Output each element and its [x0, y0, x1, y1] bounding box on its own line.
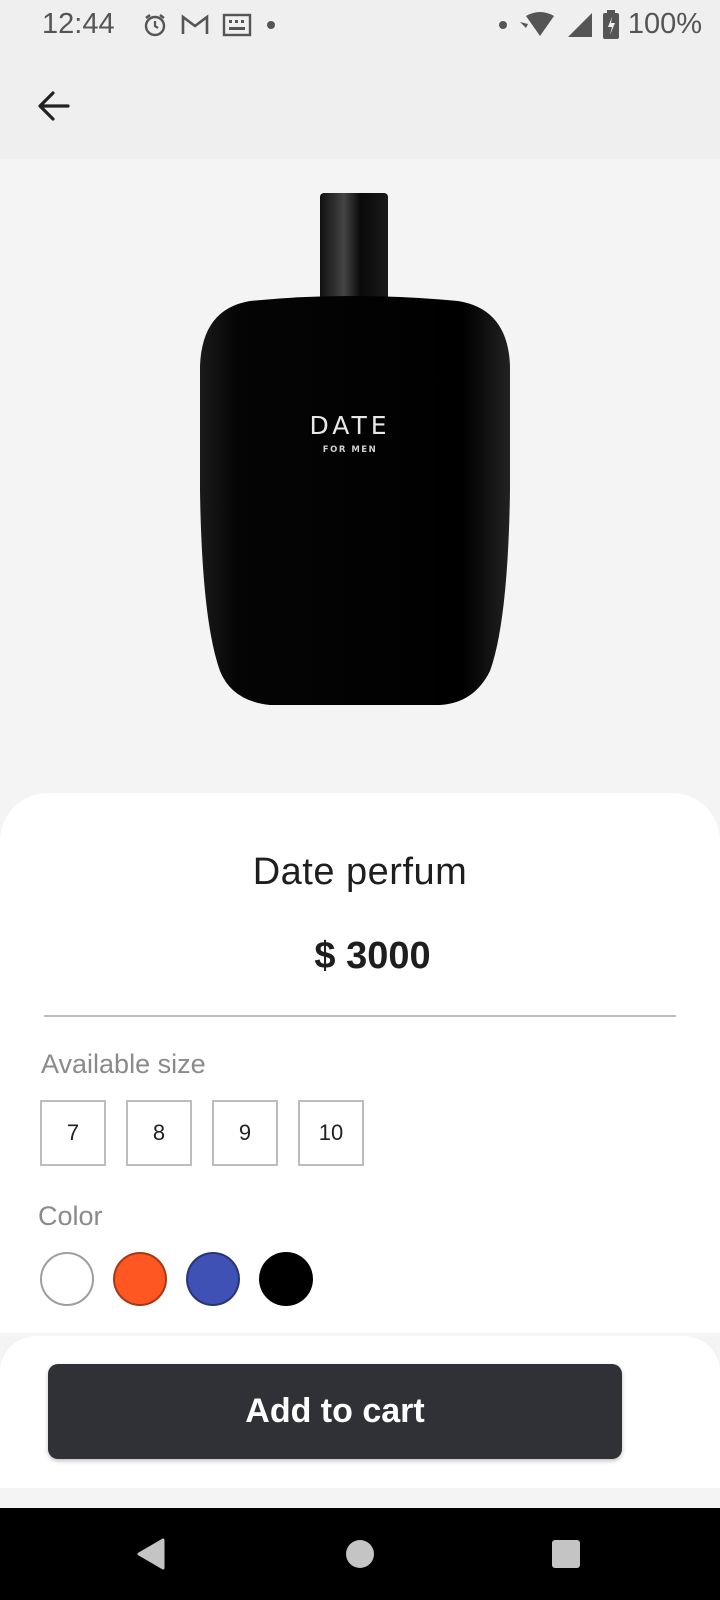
- color-swatch-orange[interactable]: [113, 1252, 167, 1306]
- app-bar: [0, 52, 720, 159]
- battery-icon: [602, 9, 619, 39]
- available-size-label: Available size: [41, 1049, 206, 1079]
- product-name: Date perfum: [252, 851, 468, 893]
- product-image: DATE FOR MEN: [200, 193, 510, 705]
- size-option-9[interactable]: 9: [212, 1100, 278, 1166]
- size-option-7[interactable]: 7: [40, 1100, 106, 1166]
- color-swatch-white[interactable]: [40, 1252, 94, 1306]
- divider: [44, 1015, 676, 1017]
- add-to-cart-button[interactable]: Add to cart: [48, 1364, 622, 1459]
- status-bar: 12:44 100%: [0, 0, 720, 52]
- signal-icon: [567, 12, 592, 37]
- dot-icon: [498, 20, 507, 29]
- bottom-action-bar: Add to cart: [0, 1336, 720, 1488]
- size-option-8[interactable]: 8: [126, 1100, 192, 1166]
- status-icons-left: [142, 12, 278, 38]
- size-option-10[interactable]: 10: [298, 1100, 364, 1166]
- keyboard-icon: [222, 13, 252, 37]
- wifi-icon: [519, 11, 554, 36]
- status-icons-right: 100%: [496, 8, 702, 41]
- color-swatch-black[interactable]: [259, 1252, 313, 1306]
- nav-back-button[interactable]: [131, 1534, 171, 1574]
- nav-recents-button[interactable]: [546, 1534, 586, 1574]
- system-nav-bar: [0, 1508, 720, 1600]
- back-triangle-icon: [137, 1538, 165, 1570]
- recents-square-icon: [552, 1540, 580, 1568]
- gmail-icon: [181, 14, 209, 34]
- home-circle-icon: [346, 1540, 374, 1568]
- color-label: Color: [38, 1201, 103, 1231]
- nav-home-button[interactable]: [340, 1534, 380, 1574]
- dot-icon: [267, 21, 275, 29]
- product-detail-screen: 12:44 100% DATE FOR MEN Date perfum $ 30…: [0, 0, 720, 1600]
- bottle-cap: [320, 193, 388, 305]
- color-options: [40, 1252, 313, 1306]
- battery-percentage: 100%: [627, 8, 702, 40]
- product-price: $ 3000: [314, 935, 431, 977]
- arrow-left-icon: [38, 91, 70, 121]
- size-options: 7 8 9 10: [40, 1100, 364, 1166]
- bottle-body: [200, 296, 510, 705]
- product-details-sheet: Date perfum $ 3000 Available size 7 8 9 …: [0, 793, 720, 1333]
- bottle-brand-label: DATE: [309, 411, 390, 440]
- alarm-icon: [144, 14, 166, 37]
- product-image-area: DATE FOR MEN: [0, 159, 720, 819]
- bottle-subtitle-label: FOR MEN: [323, 445, 377, 455]
- color-swatch-blue[interactable]: [186, 1252, 240, 1306]
- back-button[interactable]: [30, 82, 78, 130]
- status-time: 12:44: [42, 8, 115, 40]
